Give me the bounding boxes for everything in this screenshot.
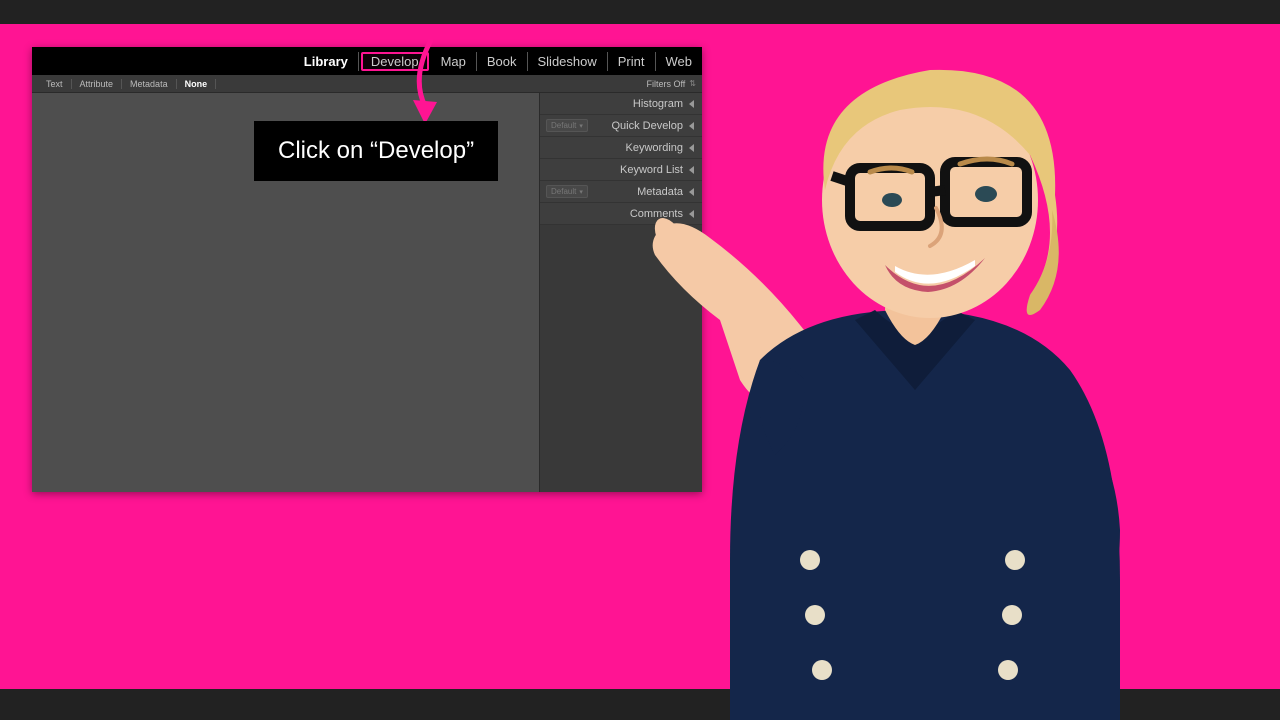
filter-attribute-tab[interactable]: Attribute — [72, 79, 123, 89]
panel-label: Quick Develop — [611, 120, 683, 132]
collapse-caret-icon — [689, 122, 694, 130]
panel-metadata[interactable]: Default▾ Metadata — [540, 181, 702, 203]
panel-empty-area — [540, 225, 702, 492]
lightroom-window: Library Develop Map Book Slideshow Print… — [32, 47, 702, 492]
library-filter-bar: Text Attribute Metadata None Filters Off… — [32, 75, 702, 93]
chevron-down-icon: ▾ — [579, 122, 583, 130]
collapse-caret-icon — [689, 210, 694, 218]
panel-label: Comments — [630, 208, 683, 220]
module-print[interactable]: Print — [608, 52, 656, 71]
right-panel-group: Histogram Default▾ Quick Develop Keyword… — [540, 93, 702, 492]
module-picker-bar: Library Develop Map Book Slideshow Print… — [32, 47, 702, 75]
panel-keyword-list[interactable]: Keyword List — [540, 159, 702, 181]
module-web[interactable]: Web — [656, 52, 697, 71]
filter-text-tab[interactable]: Text — [38, 79, 72, 89]
updown-icon: ⇅ — [689, 79, 696, 88]
panel-histogram[interactable]: Histogram — [540, 93, 702, 115]
module-develop[interactable]: Develop — [361, 52, 429, 71]
filter-none-tab[interactable]: None — [177, 79, 217, 89]
panel-quick-develop[interactable]: Default▾ Quick Develop — [540, 115, 702, 137]
panel-label: Keywording — [626, 142, 683, 154]
instruction-callout: Click on “Develop” — [254, 121, 498, 181]
module-library[interactable]: Library — [294, 52, 359, 71]
saved-preset-dropdown[interactable]: Default▾ — [546, 119, 588, 132]
panel-comments[interactable]: Comments — [540, 203, 702, 225]
collapse-caret-icon — [689, 144, 694, 152]
collapse-caret-icon — [689, 100, 694, 108]
filters-off-toggle[interactable]: Filters Off ⇅ — [646, 79, 696, 89]
collapse-caret-icon — [689, 188, 694, 196]
module-map[interactable]: Map — [431, 52, 477, 71]
panel-label: Keyword List — [620, 164, 683, 176]
filter-metadata-tab[interactable]: Metadata — [122, 79, 177, 89]
module-book[interactable]: Book — [477, 52, 528, 71]
panel-label: Metadata — [637, 186, 683, 198]
panel-keywording[interactable]: Keywording — [540, 137, 702, 159]
metadata-set-dropdown[interactable]: Default▾ — [546, 185, 588, 198]
panel-label: Histogram — [633, 98, 683, 110]
filters-off-label: Filters Off — [646, 79, 685, 89]
chevron-down-icon: ▾ — [579, 188, 583, 196]
collapse-caret-icon — [689, 166, 694, 174]
module-slideshow[interactable]: Slideshow — [528, 52, 608, 71]
